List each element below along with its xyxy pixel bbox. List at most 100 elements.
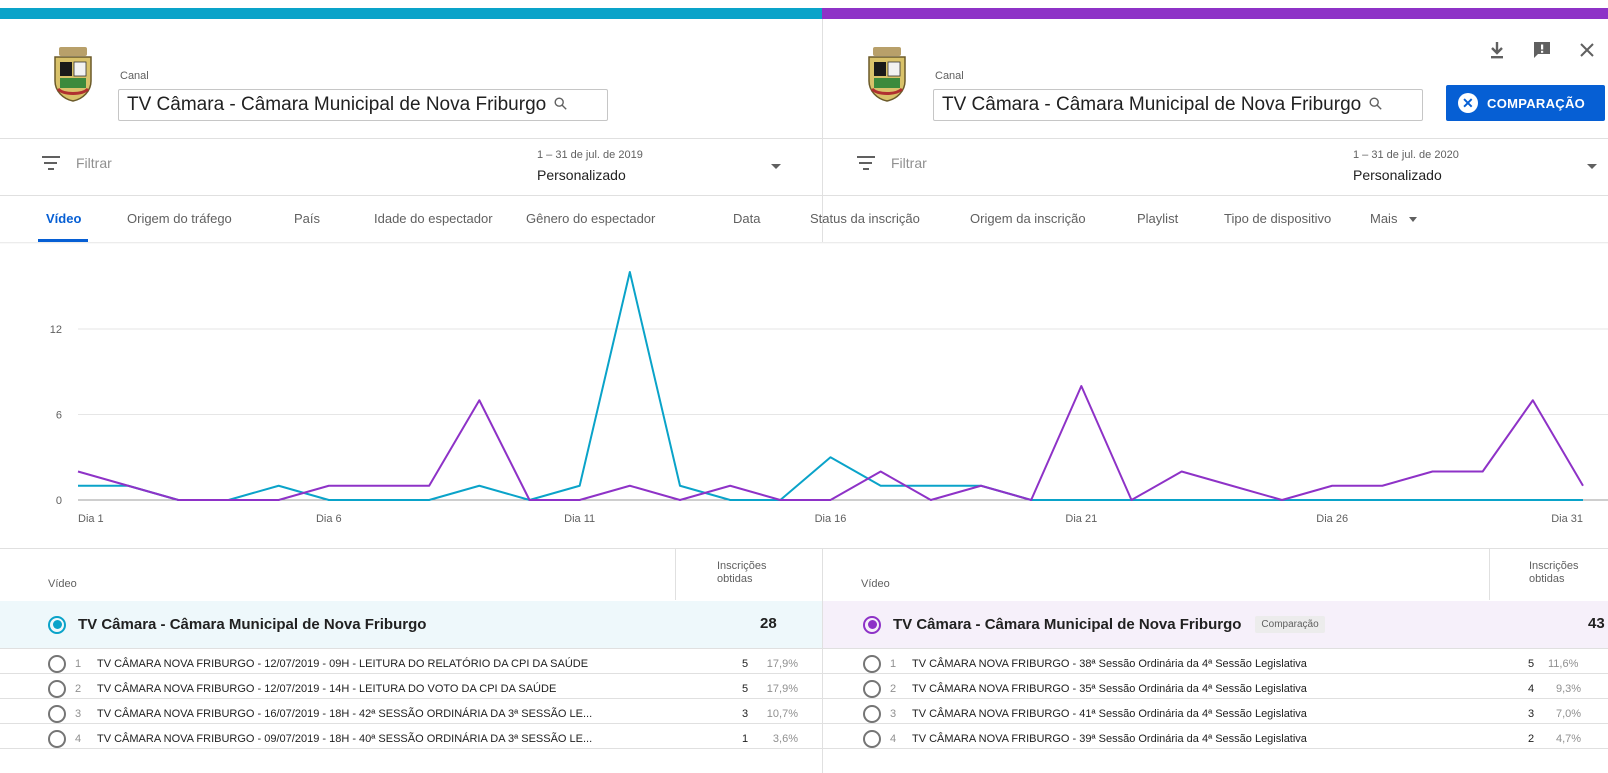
radio-unselected[interactable] <box>863 655 881 673</box>
row-value: 1 <box>742 733 749 745</box>
row-percent: 3,6% <box>772 733 798 745</box>
radio-unselected[interactable] <box>863 705 881 723</box>
radio-unselected[interactable] <box>48 680 66 698</box>
x-tick-label: Dia 26 <box>1316 513 1348 525</box>
row-number: 1 <box>890 658 897 670</box>
tab-status-inscricao[interactable]: Status da inscrição <box>810 211 920 226</box>
row-divider <box>0 648 1608 649</box>
row-number: 2 <box>75 683 82 695</box>
row-percent: 4,7% <box>1556 733 1582 745</box>
feedback-icon[interactable] <box>1530 38 1554 62</box>
row-title[interactable]: TV CÂMARA NOVA FRIBURGO - 39ª Sessão Ord… <box>912 733 1307 745</box>
filter-placeholder: Filtrar <box>76 155 112 171</box>
date-range: 1 – 31 de jul. de 2019 <box>537 149 643 161</box>
radio-unselected[interactable] <box>48 705 66 723</box>
row-number: 4 <box>890 733 897 745</box>
compare-label: COMPARAÇÃO <box>1487 95 1586 111</box>
row-title[interactable]: TV CÂMARA NOVA FRIBURGO - 12/07/2019 - 1… <box>97 683 556 695</box>
row-title[interactable]: TV CÂMARA NOVA FRIBURGO - 16/07/2019 - 1… <box>97 708 592 720</box>
row-divider <box>0 698 1608 699</box>
radio-unselected[interactable] <box>48 730 66 748</box>
filter-icon <box>857 156 875 170</box>
row-percent: 9,3% <box>1556 683 1582 695</box>
tabs-shadow <box>0 242 1608 244</box>
radio-unselected[interactable] <box>863 730 881 748</box>
compare-button[interactable]: ✕ COMPARAÇÃO <box>1446 85 1605 121</box>
row-percent: 7,0% <box>1556 708 1582 720</box>
table-header: Vídeo Inscrições obtidas <box>0 548 822 600</box>
row-divider <box>0 673 1608 674</box>
radio-selected[interactable] <box>863 615 881 634</box>
col-metric-header[interactable]: Inscrições obtidas <box>717 560 787 586</box>
x-tick-label: Dia 16 <box>815 513 847 525</box>
search-icon[interactable] <box>1369 96 1382 114</box>
table-header: Vídeo Inscrições obtidas <box>823 548 1608 600</box>
total-value: 28 <box>760 615 777 632</box>
row-percent: 17,9% <box>766 658 798 670</box>
channel-selector[interactable]: TV Câmara - Câmara Municipal de Nova Fri… <box>933 89 1423 121</box>
header-divider <box>0 138 1608 139</box>
tab-origem-trafego[interactable]: Origem do tráfego <box>127 211 232 226</box>
row-number: 3 <box>890 708 897 720</box>
comparison-color-bar <box>0 8 1608 19</box>
row-number: 3 <box>75 708 82 720</box>
canal-label: Canal <box>120 70 149 82</box>
total-row[interactable]: TV Câmara - Câmara Municipal de Nova Fri… <box>0 601 822 648</box>
radio-unselected[interactable] <box>863 680 881 698</box>
col-metric-header[interactable]: Inscrições obtidas <box>1529 560 1599 586</box>
total-row[interactable]: TV Câmara - Câmara Municipal de Nova Fri… <box>823 601 1608 648</box>
chevron-down-icon[interactable] <box>771 164 781 169</box>
row-percent: 10,7% <box>766 708 798 720</box>
tab-tipo-dispositivo[interactable]: Tipo de dispositivo <box>1224 211 1331 226</box>
row-number: 4 <box>75 733 82 745</box>
row-title[interactable]: TV CÂMARA NOVA FRIBURGO - 38ª Sessão Ord… <box>912 658 1307 670</box>
row-divider <box>0 748 1608 749</box>
date-range-picker[interactable]: 1 – 31 de jul. de 2019 Personalizado <box>537 149 643 183</box>
close-icon[interactable] <box>1575 38 1599 62</box>
filter-placeholder: Filtrar <box>891 155 927 171</box>
tab-pais[interactable]: País <box>294 211 320 226</box>
row-percent: 17,9% <box>766 683 798 695</box>
row-value: 3 <box>1528 708 1535 720</box>
tab-idade-espectador[interactable]: Idade do espectador <box>374 211 493 226</box>
tab-mais[interactable]: Mais <box>1370 211 1418 226</box>
canal-label: Canal <box>935 70 964 82</box>
comparison-badge: Comparação <box>1255 616 1325 633</box>
col-video-header: Vídeo <box>48 578 77 590</box>
row-percent: 11,6% <box>1548 658 1579 670</box>
chevron-down-icon[interactable] <box>1587 164 1597 169</box>
total-value: 43 <box>1588 615 1605 632</box>
row-divider <box>0 723 1608 724</box>
row-number: 1 <box>75 658 82 670</box>
row-value: 4 <box>1528 683 1535 695</box>
series-line-1 <box>78 271 1583 501</box>
x-tick-label: Dia 11 <box>564 513 595 525</box>
row-value: 5 <box>742 658 749 670</box>
row-title[interactable]: TV CÂMARA NOVA FRIBURGO - 12/07/2019 - 0… <box>97 658 588 670</box>
row-title[interactable]: TV CÂMARA NOVA FRIBURGO - 41ª Sessão Ord… <box>912 708 1307 720</box>
tab-playlist[interactable]: Playlist <box>1137 211 1178 226</box>
close-compare-icon: ✕ <box>1458 93 1478 113</box>
date-range: 1 – 31 de jul. de 2020 <box>1353 149 1459 161</box>
date-range-picker[interactable]: 1 – 31 de jul. de 2020 Personalizado <box>1353 149 1459 183</box>
download-icon[interactable] <box>1485 38 1509 62</box>
radio-unselected[interactable] <box>48 655 66 673</box>
row-value: 5 <box>1528 658 1535 670</box>
radio-selected[interactable] <box>48 615 66 634</box>
filter-input[interactable]: Filtrar <box>857 155 927 171</box>
row-title[interactable]: TV CÂMARA NOVA FRIBURGO - 09/07/2019 - 1… <box>97 733 592 745</box>
row-value: 5 <box>742 683 749 695</box>
tab-data[interactable]: Data <box>733 211 760 226</box>
search-icon[interactable] <box>554 96 567 114</box>
channel-selector[interactable]: TV Câmara - Câmara Municipal de Nova Fri… <box>118 89 608 121</box>
tab-video[interactable]: Vídeo <box>46 211 81 226</box>
y-tick-label: 6 <box>56 410 62 422</box>
filter-input[interactable]: Filtrar <box>42 155 112 171</box>
y-tick-label: 0 <box>56 495 62 507</box>
tab-origem-inscricao[interactable]: Origem da inscrição <box>970 211 1086 226</box>
tab-mais-label: Mais <box>1370 211 1398 226</box>
tab-genero-espectador[interactable]: Gênero do espectador <box>526 211 655 226</box>
line-chart: 0 6 12 Dia 1 Dia 6 Dia 11 Dia 16 Dia 21 Dia 26 D… <box>50 271 1608 525</box>
filter-icon <box>42 156 60 170</box>
row-title[interactable]: TV CÂMARA NOVA FRIBURGO - 35ª Sessão Ord… <box>912 683 1307 695</box>
